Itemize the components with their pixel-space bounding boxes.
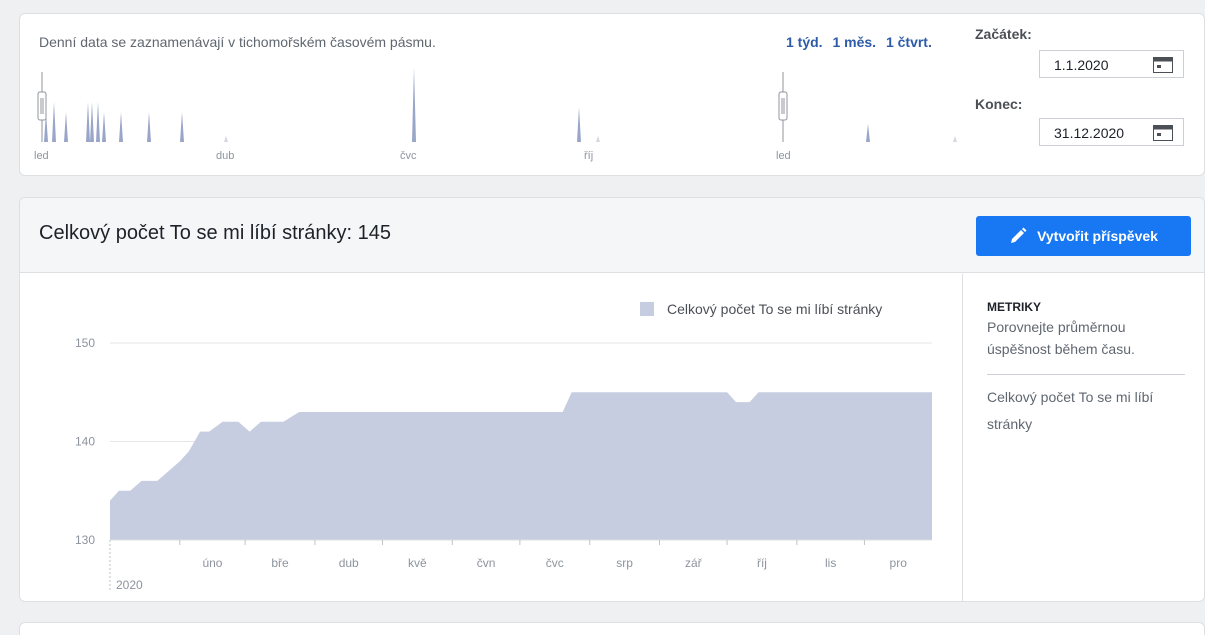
timeline-label-jan: led [34, 150, 49, 162]
x-tick-label: lis [825, 556, 836, 570]
end-date-value: 31.12.2020 [1054, 125, 1125, 141]
timeline-spike [119, 112, 123, 142]
x-tick-label: čvc [546, 556, 564, 570]
timeline-spike [866, 124, 870, 142]
timeline-spike [64, 112, 68, 142]
start-date-label: Začátek: [975, 26, 1032, 42]
legend-swatch [640, 302, 654, 316]
create-post-label: Vytvořit příspěvek [1037, 228, 1158, 244]
start-date-value: 1.1.2020 [1054, 57, 1109, 73]
x-tick-label: dub [339, 556, 359, 570]
y-tick-label: 150 [75, 336, 95, 350]
timeline-label-jan-next: led [776, 150, 791, 162]
timeline-label-oct: říj [584, 150, 593, 162]
timeline-spike [953, 136, 957, 142]
x-tick-label: zář [685, 556, 703, 570]
calendar-icon[interactable] [1153, 125, 1173, 141]
legend-label: Celkový počet To se mi líbí stránky [667, 301, 882, 317]
timeline-spike [86, 102, 90, 142]
timeline-spikes [44, 67, 957, 142]
timeline-spike [102, 112, 106, 142]
likes-card: Celkový počet To se mi líbí stránky: 145… [19, 197, 1205, 602]
calendar-icon[interactable] [1153, 57, 1173, 73]
timeline-brush[interactable]: led dub čvc říj led [20, 14, 960, 177]
timeline-spike [180, 112, 184, 142]
y-tick-label: 130 [75, 533, 95, 547]
pencil-icon [1011, 227, 1027, 243]
timeline-spike [224, 136, 228, 142]
chart-legend: Celkový počet To se mi líbí stránky [640, 301, 882, 317]
metrics-heading: METRIKY [987, 300, 1041, 314]
timeline-spike [577, 107, 581, 142]
x-tick-label: srp [616, 556, 633, 570]
timeline-spike [412, 67, 416, 142]
timeline-spike [147, 112, 151, 142]
timeline-spike [96, 102, 100, 142]
create-post-button[interactable]: Vytvořit příspěvek [976, 216, 1191, 256]
card-header: Celkový počet To se mi líbí stránky: 145… [20, 198, 1204, 273]
likes-chart: 130 140 150 úno bře dub kvě čvn čvc srp zář říj lis… [75, 301, 932, 592]
page-title: Celkový počet To se mi líbí stránky: 145 [39, 222, 392, 244]
x-axis: úno bře dub kvě čvn čvc srp zář říj lis pro 2020 [109, 539, 932, 592]
timeline-label-apr: dub [216, 150, 234, 162]
next-card [19, 622, 1205, 635]
metric-item[interactable]: Celkový počet To se mi líbí stránky [987, 384, 1187, 438]
x-tick-label: úno [202, 556, 222, 570]
metrics-description: Porovnejte průměrnou úspěšnost během čas… [987, 319, 1135, 357]
x-tick-label: kvě [408, 556, 427, 570]
timeline-spike [90, 102, 94, 142]
date-range-card: Denní data se zaznamenávají v tichomořsk… [19, 13, 1205, 176]
start-date-field[interactable]: 1.1.2020 [1039, 50, 1184, 78]
x-tick-label: říj [757, 556, 767, 570]
timeline-label-jul: čvc [400, 150, 417, 162]
x-tick-label: bře [271, 556, 289, 570]
x-tick-label: čvn [477, 556, 496, 570]
divider [987, 374, 1185, 375]
metrics-panel: METRIKY Porovnejte průměrnou úspěšnost b… [962, 274, 1204, 601]
end-date-label: Konec: [975, 96, 1023, 112]
timeline-spike [596, 136, 600, 142]
y-axis: 130 140 150 [75, 336, 95, 547]
range-end-handle[interactable] [778, 72, 788, 142]
y-tick-label: 140 [75, 435, 95, 449]
series-area [110, 392, 932, 540]
x-year-label: 2020 [116, 578, 143, 592]
timeline-spike [52, 102, 56, 142]
x-tick-label: pro [890, 556, 908, 570]
end-date-field[interactable]: 31.12.2020 [1039, 118, 1184, 146]
